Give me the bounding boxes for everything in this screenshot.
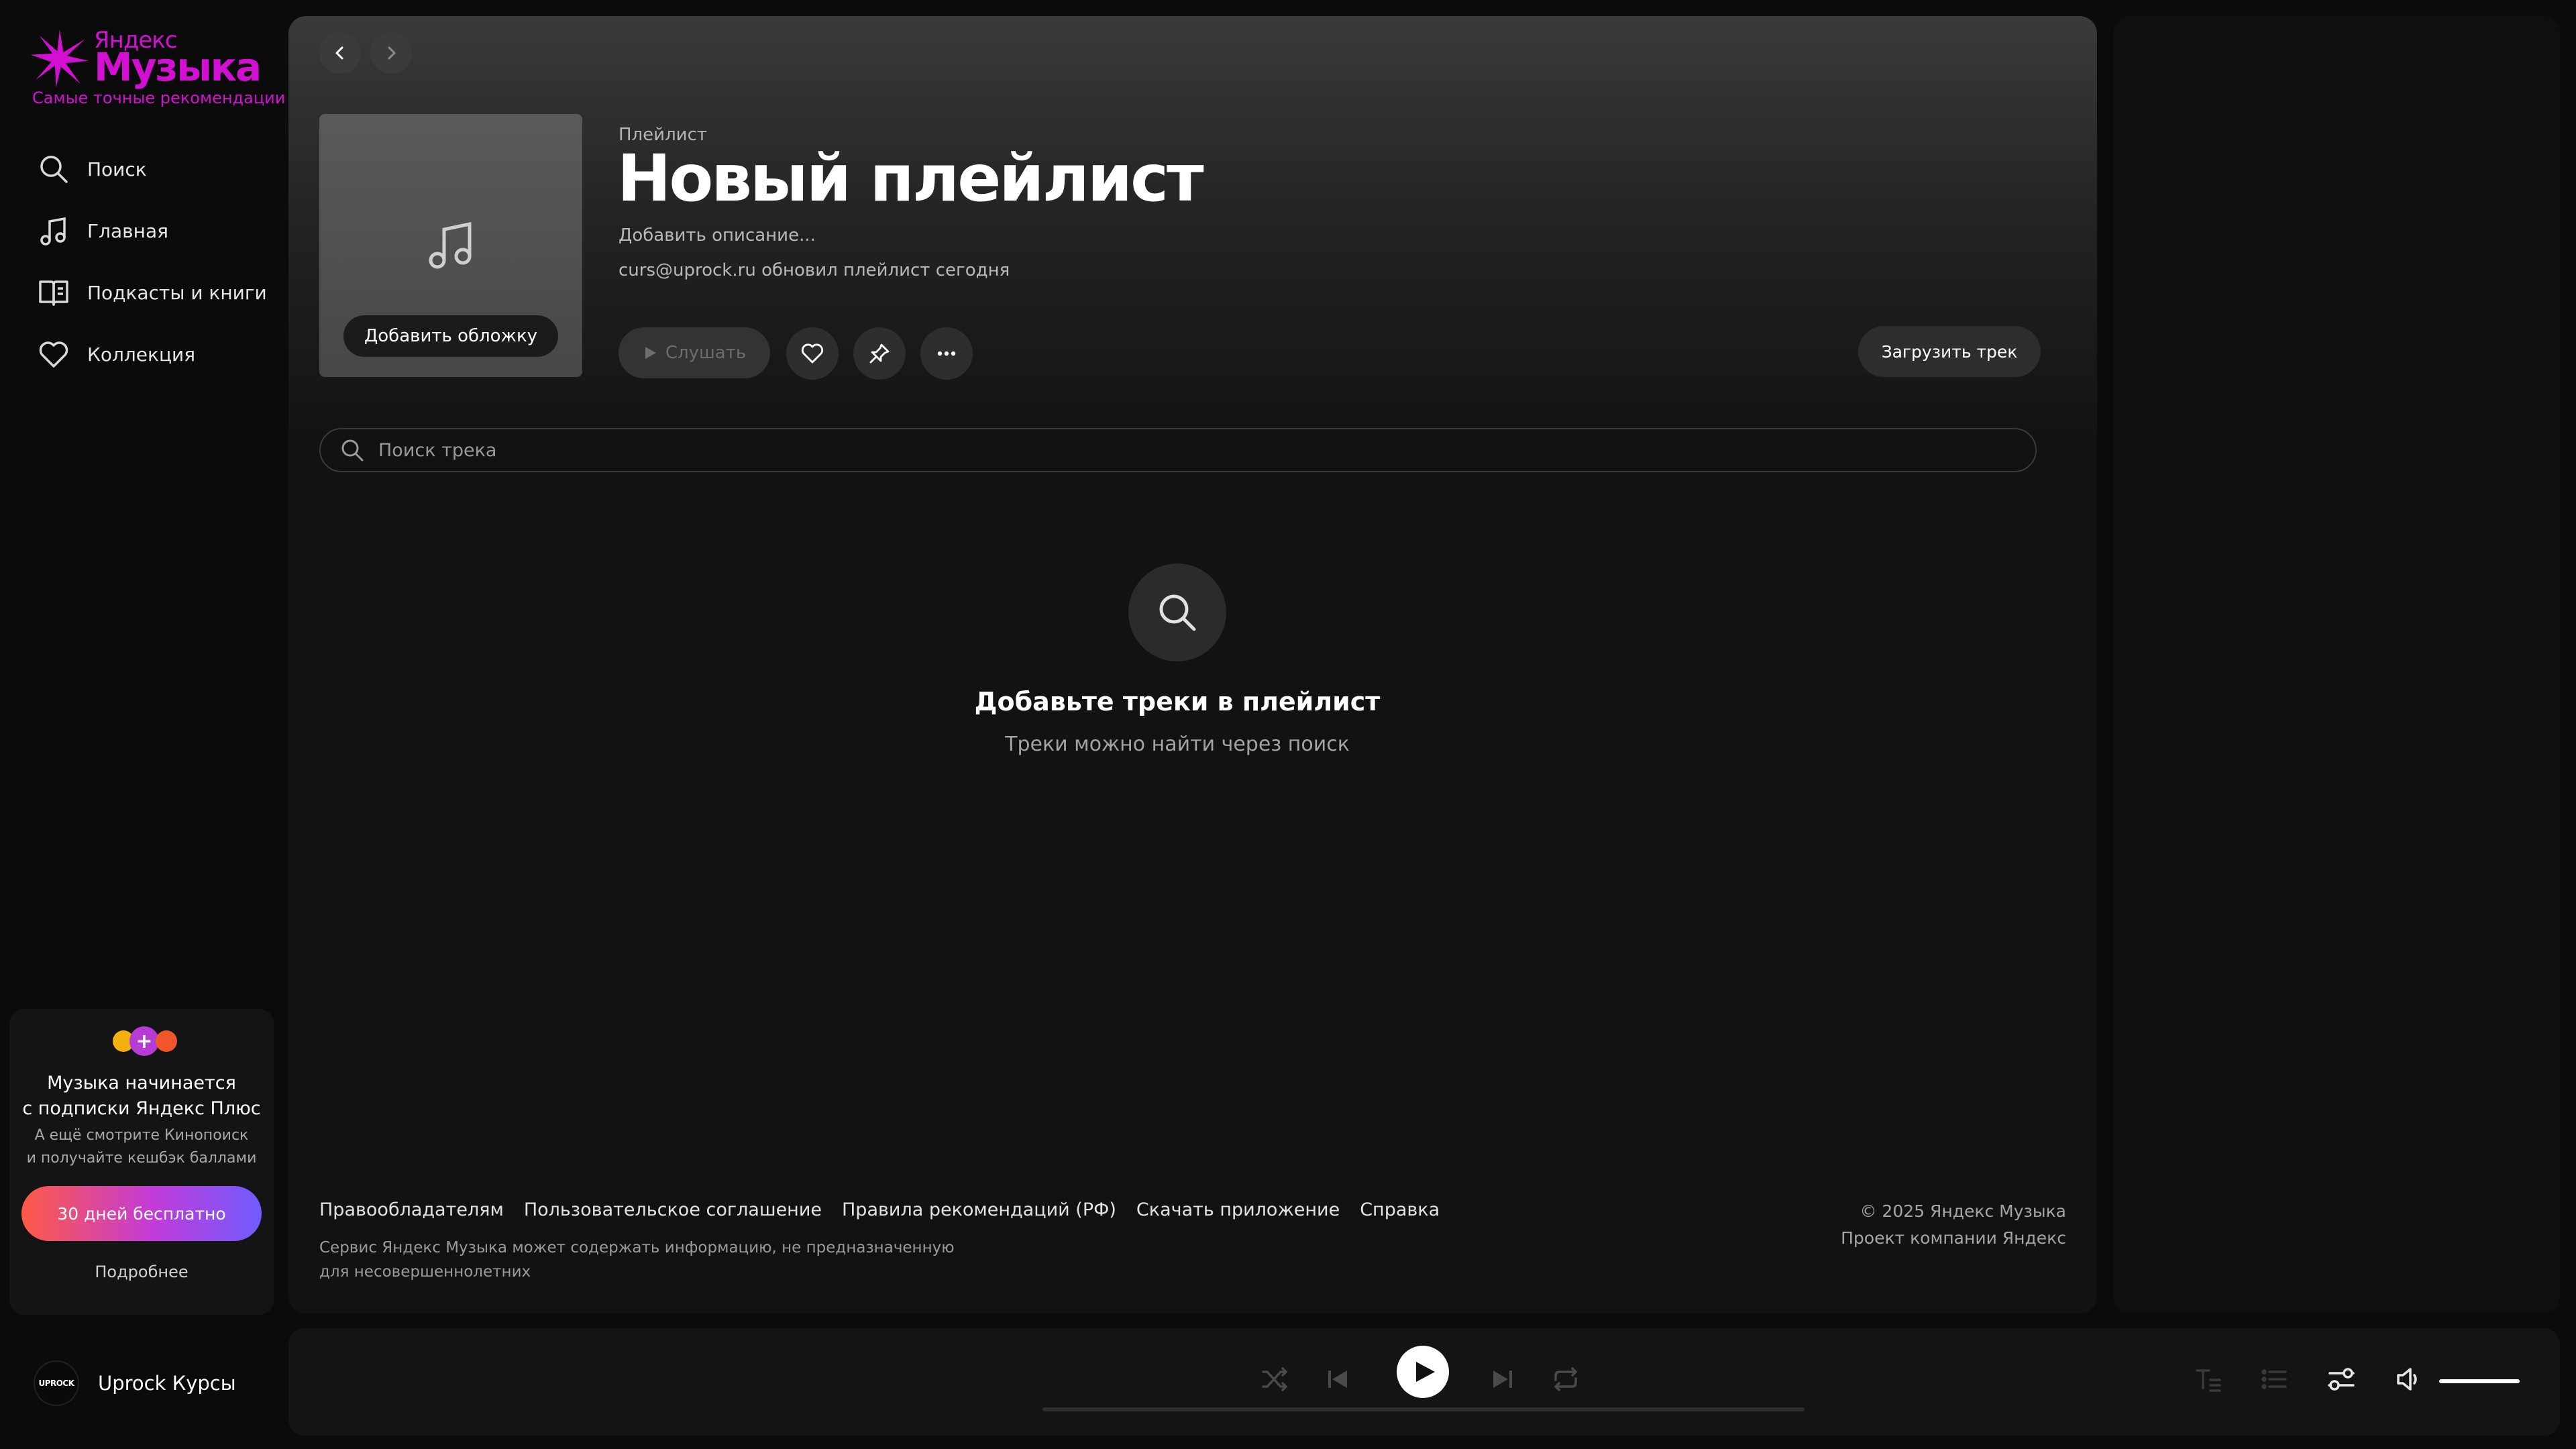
empty-state-subtitle: Треки можно найти через поиск (1005, 733, 1350, 756)
pin-button[interactable] (853, 327, 906, 380)
footer-link-recommendations[interactable]: Правила рекомендаций (РФ) (842, 1199, 1116, 1220)
search-icon (40, 156, 68, 183)
more-dots-icon (937, 351, 956, 356)
promo-subtitle: А ещё смотрите Кинопоиск и получайте кеш… (9, 1124, 274, 1170)
logo[interactable]: Яндекс Музыка Самые точные рекомендации (30, 25, 285, 113)
music-note-icon (40, 217, 66, 246)
promo-subtitle-line: А ещё смотрите Кинопоиск (34, 1127, 249, 1144)
search-icon (341, 439, 364, 462)
track-search-input[interactable] (378, 439, 1988, 461)
chevron-left-icon (335, 46, 343, 60)
right-panel (2113, 16, 2560, 1313)
play-icon (645, 347, 656, 359)
upload-track-button[interactable]: Загрузить трек (1858, 326, 2041, 377)
nav-item-home[interactable]: Главная (38, 200, 279, 262)
footer-links: Правообладателям Пользовательское соглаш… (319, 1199, 1440, 1220)
heart-icon (801, 343, 824, 364)
forward-button[interactable] (370, 32, 412, 74)
back-button[interactable] (319, 32, 361, 74)
promo-more-link[interactable]: Подробнее (9, 1263, 274, 1281)
logo-tagline: Самые точные рекомендации (32, 89, 286, 107)
skip-forward-icon (1493, 1371, 1512, 1388)
volume-slider[interactable] (2439, 1379, 2520, 1383)
copyright-text: © 2025 Яндекс Музыка (1860, 1201, 2066, 1221)
main-content: Добавить обложку Плейлист Новый плейлист… (288, 16, 2097, 1313)
promo-title-line: с подписки Яндекс Плюс (22, 1098, 261, 1119)
starburst-logo-icon (30, 29, 89, 88)
footer-link-download[interactable]: Скачать приложение (1136, 1199, 1340, 1220)
footer-link-help[interactable]: Справка (1360, 1199, 1440, 1220)
empty-state-icon-circle (1128, 564, 1226, 661)
playlist-cover: Добавить обложку (319, 114, 582, 377)
add-description-link[interactable]: Добавить описание... (619, 225, 816, 246)
queue-list-icon (2261, 1369, 2287, 1389)
footer-disclaimer-line: для несовершеннолетних (319, 1263, 531, 1281)
promo-subtitle-line: и получайте кешбэк баллами (26, 1150, 257, 1167)
settings-sliders-icon (2328, 1368, 2355, 1391)
music-note-icon (429, 221, 472, 269)
company-text: Проект компании Яндекс (1841, 1228, 2066, 1248)
queue-button[interactable] (2254, 1359, 2294, 1399)
progress-bar[interactable] (1042, 1407, 1805, 1411)
volume-button[interactable] (2388, 1359, 2428, 1399)
footer-link-terms[interactable]: Пользовательское соглашение (524, 1199, 822, 1220)
play-button[interactable] (1397, 1346, 1449, 1398)
search-icon (1159, 594, 1196, 631)
plus-promo-icon: + (113, 1026, 177, 1056)
equalizer-button[interactable] (2321, 1359, 2361, 1399)
pin-icon (869, 343, 890, 364)
shuffle-icon (1262, 1367, 1287, 1391)
nav-item-search[interactable]: Поиск (38, 138, 279, 200)
main-nav: Поиск Главная Подкасты и книги Коллекция (38, 138, 279, 385)
footer-link-rightholders[interactable]: Правообладателям (319, 1199, 504, 1220)
nav-item-label: Коллекция (87, 343, 196, 366)
lyrics-button[interactable] (2188, 1359, 2229, 1399)
nav-item-podcasts[interactable]: Подкасты и книги (38, 262, 279, 323)
logo-brand-big: Музыка (94, 44, 262, 90)
repeat-icon (1554, 1367, 1577, 1391)
skip-back-icon (1328, 1371, 1347, 1388)
footer-disclaimer-line: Сервис Яндекс Музыка может содержать инф… (319, 1239, 955, 1256)
like-button[interactable] (786, 327, 839, 380)
nav-item-collection[interactable]: Коллекция (38, 323, 279, 385)
shuffle-button[interactable] (1254, 1359, 1295, 1399)
nav-item-label: Поиск (87, 158, 147, 180)
sidebar: Яндекс Музыка Самые точные рекомендации … (0, 0, 285, 1406)
footer-disclaimer: Сервис Яндекс Музыка может содержать инф… (319, 1236, 990, 1284)
avatar[interactable]: UPROCK (34, 1360, 79, 1406)
empty-state-title: Добавьте треки в плейлист (974, 687, 1381, 716)
track-search[interactable] (319, 428, 2037, 472)
svg-text:+: + (136, 1030, 152, 1053)
user-name[interactable]: Uprock Курсы (98, 1372, 236, 1395)
add-cover-button[interactable]: Добавить обложку (343, 315, 558, 357)
previous-button[interactable] (1318, 1359, 1358, 1399)
listen-button-label: Слушать (665, 343, 747, 363)
next-button[interactable] (1483, 1359, 1523, 1399)
free-trial-button[interactable]: 30 дней бесплатно (21, 1186, 262, 1241)
promo-title-line: Музыка начинается (47, 1073, 236, 1093)
lyrics-icon (2196, 1369, 2221, 1392)
plus-promo-card: + Музыка начинается с подписки Яндекс Пл… (9, 1009, 274, 1315)
more-button[interactable] (920, 327, 973, 380)
playlist-meta: curs@uprock.ru обновил плейлист сегодня (619, 260, 1010, 280)
page-title[interactable]: Новый плейлист (617, 141, 1204, 216)
play-icon (1416, 1362, 1435, 1382)
user-profile[interactable]: UPROCK Uprock Курсы (34, 1360, 236, 1406)
book-icon (39, 280, 68, 306)
repeat-button[interactable] (1546, 1359, 1586, 1399)
promo-title: Музыка начинается с подписки Яндекс Плюс (9, 1071, 274, 1122)
chevron-right-icon (388, 46, 396, 60)
nav-item-label: Главная (87, 219, 168, 242)
player-bar (288, 1328, 2560, 1436)
nav-item-label: Подкасты и книги (87, 281, 267, 304)
heart-icon (39, 341, 68, 368)
volume-icon (2397, 1368, 2417, 1391)
footer-copyright: © 2025 Яндекс Музыка Проект компании Янд… (1841, 1198, 2066, 1252)
listen-button[interactable]: Слушать (619, 327, 770, 378)
